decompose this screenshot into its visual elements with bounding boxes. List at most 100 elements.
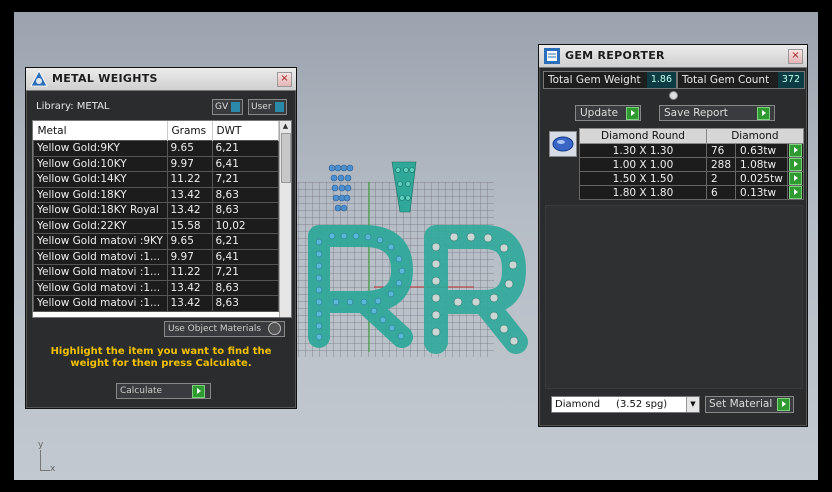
- metal-weights-panel[interactable]: METAL WEIGHTS × Library: METAL GV User M…: [25, 67, 297, 409]
- dwt-cell: 8,63: [211, 186, 279, 203]
- dwt-cell: 6,21: [211, 140, 279, 157]
- table-row[interactable]: Yellow Gold matovi :1... 13.42 8,63: [33, 295, 279, 312]
- table-row[interactable]: Yellow Gold:9KY 9.65 6,21: [33, 140, 279, 157]
- table-row[interactable]: Yellow Gold matovi :1... 9.97 6,41: [33, 248, 279, 265]
- blue-pendant-piece: [328, 164, 354, 212]
- axis-y-label: y: [38, 440, 44, 450]
- metal-weights-titlebar[interactable]: METAL WEIGHTS ×: [26, 68, 296, 91]
- use-object-materials-radio[interactable]: [268, 322, 281, 335]
- gv-toggle[interactable]: GV: [212, 99, 244, 115]
- metal-cell: Yellow Gold matovi :1...: [33, 248, 168, 265]
- gv-label: GV: [215, 102, 229, 112]
- gem-row-go-cell[interactable]: [786, 157, 804, 172]
- metal-cell: Yellow Gold:9KY: [33, 140, 168, 157]
- set-material-go-icon[interactable]: [777, 398, 790, 411]
- grams-cell: 13.42: [166, 295, 213, 312]
- gem-reporter-titlebar[interactable]: GEM REPORTER ×: [539, 45, 807, 68]
- calculate-go-button[interactable]: [192, 385, 205, 398]
- user-label: User: [251, 102, 272, 112]
- gem-row-go-cell[interactable]: [786, 171, 804, 186]
- metal-cell: Yellow Gold matovi :9KY: [33, 233, 168, 250]
- total-gem-weight-label: Total Gem Weight: [548, 74, 641, 86]
- column-header-grams[interactable]: Grams: [167, 121, 213, 141]
- metal-cell: Yellow Gold:14KY: [33, 171, 168, 188]
- grams-cell: 13.42: [166, 202, 213, 219]
- gem-reporter-preview-area: [545, 205, 803, 389]
- table-row[interactable]: Yellow Gold:18KY Royal 13.42 8,63: [33, 202, 279, 219]
- table-row[interactable]: Yellow Gold:10KY 9.97 6,41: [33, 155, 279, 172]
- axis-indicator: y x: [38, 440, 55, 474]
- save-report-label: Save Report: [664, 107, 728, 119]
- dwt-cell: 6,21: [211, 233, 279, 250]
- gem-reporter-icon: [544, 48, 560, 64]
- grams-cell: 9.65: [166, 233, 213, 250]
- library-label: Library: METAL: [36, 101, 110, 112]
- metal-cell: Yellow Gold:10KY: [33, 155, 168, 172]
- save-report-go-icon[interactable]: [757, 107, 770, 120]
- scroll-up-icon[interactable]: ▲: [280, 121, 291, 131]
- metal-weights-icon: [30, 70, 48, 87]
- grams-cell: 11.22: [166, 171, 213, 188]
- gem-size-cell: 1.00 X 1.00: [579, 157, 707, 172]
- metal-table-scrollbar[interactable]: ▲: [279, 121, 291, 317]
- table-row[interactable]: Yellow Gold matovi :1... 13.42 8,63: [33, 279, 279, 296]
- metal-table[interactable]: Metal Grams DWT Yellow Gold:9KY 9.65 6,21 Y…: [32, 120, 292, 318]
- close-icon[interactable]: ×: [277, 72, 292, 87]
- gem-row-go-cell[interactable]: [786, 143, 804, 158]
- table-row[interactable]: Yellow Gold matovi :1... 11.22 7,21: [33, 264, 279, 281]
- panel-pin-icon[interactable]: [669, 91, 678, 100]
- gem-weight-cell: 0.63tw: [735, 143, 788, 158]
- metal-cell: Yellow Gold matovi :1...: [33, 264, 168, 281]
- gem-weight-cell: 0.13tw: [735, 185, 788, 200]
- metal-cell: Yellow Gold matovi :1...: [33, 295, 168, 312]
- update-label: Update: [580, 107, 619, 119]
- gem-size-cell: 1.30 X 1.30: [579, 143, 707, 158]
- close-icon[interactable]: ×: [788, 49, 803, 64]
- gem-table[interactable]: Diamond Round Diamond 1.30 X 1.30 76 0.63t…: [579, 128, 804, 200]
- update-go-icon[interactable]: [626, 107, 639, 120]
- dwt-cell: 7,21: [211, 171, 279, 188]
- grams-cell: 15.58: [166, 217, 213, 234]
- material-select-value: Diamond (3.52 spg): [555, 399, 668, 410]
- user-toggle[interactable]: User: [248, 99, 287, 115]
- chevron-down-icon[interactable]: ▼: [686, 397, 699, 412]
- grams-cell: 9.97: [166, 155, 213, 172]
- gem-size-cell: 1.80 X 1.80: [579, 185, 707, 200]
- gem-row[interactable]: 1.30 X 1.30 76 0.63tw: [579, 143, 804, 158]
- table-row[interactable]: Yellow Gold matovi :9KY 9.65 6,21: [33, 233, 279, 250]
- gem-row-go-icon[interactable]: [788, 186, 802, 199]
- metal-cell: Yellow Gold matovi :1...: [33, 279, 168, 296]
- gem-row[interactable]: 1.00 X 1.00 288 1.08tw: [579, 157, 804, 172]
- gem-reporter-panel[interactable]: GEM REPORTER × Total Gem Weight 1.86 Tot…: [538, 44, 808, 427]
- scroll-thumb[interactable]: [281, 133, 291, 183]
- gem-row-go-icon[interactable]: [788, 144, 802, 157]
- gem-reporter-title: GEM REPORTER: [565, 49, 665, 62]
- pave-letter-r: [308, 225, 413, 348]
- gem-count-cell: 2: [705, 171, 737, 186]
- column-header-metal[interactable]: Metal: [33, 121, 168, 141]
- column-header-dwt[interactable]: DWT: [212, 121, 279, 141]
- total-gem-weight-value: 1.86: [646, 72, 676, 88]
- metal-cell: Yellow Gold:18KY: [33, 186, 168, 203]
- gem-row-go-icon[interactable]: [788, 158, 802, 171]
- gem-row-go-icon[interactable]: [788, 172, 802, 185]
- table-row[interactable]: Yellow Gold:14KY 11.22 7,21: [33, 171, 279, 188]
- material-select[interactable]: Diamond (3.52 spg) ▼: [551, 396, 700, 413]
- gem-row[interactable]: 1.80 X 1.80 6 0.13tw: [579, 185, 804, 200]
- gem-row-go-cell[interactable]: [786, 185, 804, 200]
- total-gem-weight-box: Total Gem Weight 1.86: [543, 71, 677, 89]
- table-row[interactable]: Yellow Gold:22KY 15.58 10,02: [33, 217, 279, 234]
- dwt-cell: 6,41: [211, 248, 279, 265]
- metal-cell: Yellow Gold:18KY Royal: [33, 202, 168, 219]
- dwt-cell: 8,63: [211, 295, 279, 312]
- grams-cell: 13.42: [166, 279, 213, 296]
- calculate-label: Calculate: [120, 386, 163, 396]
- dwt-cell: 10,02: [211, 217, 279, 234]
- gem-weight-cell: 0.025tw: [735, 171, 788, 186]
- use-object-materials-button[interactable]: Use Object Materials: [164, 321, 285, 337]
- diamond-round-icon[interactable]: [549, 131, 577, 157]
- gem-weight-cell: 1.08tw: [735, 157, 788, 172]
- table-row[interactable]: Yellow Gold:18KY 13.42 8,63: [33, 186, 279, 203]
- total-gem-count-value: 372: [777, 72, 804, 88]
- gem-row[interactable]: 1.50 X 1.50 2 0.025tw: [579, 171, 804, 186]
